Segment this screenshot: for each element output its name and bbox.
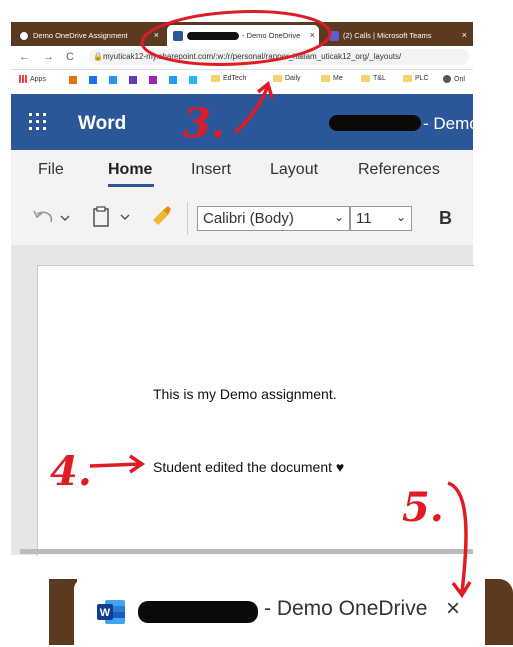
schoology-icon bbox=[19, 30, 29, 41]
tab-layout[interactable]: Layout bbox=[270, 161, 318, 179]
close-icon[interactable]: × bbox=[462, 30, 467, 40]
teams-icon bbox=[329, 30, 339, 41]
folder-icon bbox=[211, 75, 220, 82]
download-icon[interactable] bbox=[89, 76, 97, 84]
address-bar-row: ← → C 🔒 myuticak12-my.sharepoint.com/:w:… bbox=[11, 46, 473, 70]
format-painter-icon[interactable] bbox=[149, 204, 173, 228]
doc-line-2: Student edited the document ♥ bbox=[153, 459, 345, 475]
tab-title: - Demo OneDrive bbox=[264, 597, 428, 620]
zoomed-browser-tab[interactable]: W - Demo OneDrive × bbox=[74, 579, 485, 645]
tab-title: - Demo OneDrive bbox=[242, 31, 301, 40]
url-text: myuticak12-my.sharepoint.com/:w:/r/perso… bbox=[103, 52, 402, 61]
bookmark-tl[interactable]: T&L bbox=[361, 75, 386, 82]
chevron-down-icon: ⌄ bbox=[333, 210, 344, 224]
tab-home[interactable]: Home bbox=[108, 161, 152, 179]
app-launcher-icon[interactable] bbox=[29, 113, 47, 131]
office-icon[interactable] bbox=[69, 76, 77, 84]
ribbon-tabs: File Home Insert Layout References bbox=[11, 150, 473, 192]
bookmark-plc[interactable]: PLC bbox=[403, 75, 429, 82]
folder-icon bbox=[361, 75, 370, 82]
redacted-name bbox=[329, 115, 421, 131]
wifi-icon[interactable] bbox=[109, 76, 117, 84]
u-icon[interactable] bbox=[129, 76, 137, 84]
tab-file[interactable]: File bbox=[38, 161, 64, 179]
lock-icon: 🔒 bbox=[93, 52, 103, 61]
forward-icon[interactable]: → bbox=[43, 51, 54, 63]
app-name[interactable]: Word bbox=[78, 113, 126, 135]
svg-text:W: W bbox=[100, 607, 111, 619]
divider bbox=[187, 202, 188, 235]
apps-grid-icon bbox=[19, 75, 27, 83]
tab-strip-edge bbox=[485, 579, 513, 645]
browser-tab-demo-assignment[interactable]: Demo OneDrive Assignment × bbox=[13, 25, 163, 46]
font-size-select[interactable]: 11 ⌄ bbox=[350, 206, 412, 231]
twitter-icon[interactable] bbox=[169, 76, 177, 84]
browser-tab-strip: Demo OneDrive Assignment × - Demo OneDri… bbox=[11, 22, 473, 46]
url-input[interactable]: 🔒 myuticak12-my.sharepoint.com/:w:/r/per… bbox=[89, 49, 469, 65]
word-icon bbox=[173, 30, 183, 41]
bookmark-daily[interactable]: Daily bbox=[273, 75, 301, 82]
word-header: Word - Demo bbox=[11, 94, 479, 150]
bookmarks-bar: Apps EdTech Daily Me T&L PLC Onl bbox=[11, 70, 473, 90]
reload-icon[interactable]: C bbox=[66, 51, 74, 63]
chevron-down-icon: ⌄ bbox=[395, 210, 406, 224]
cloud-icon[interactable] bbox=[189, 76, 197, 84]
doc-line-1: This is my Demo assignment. bbox=[153, 386, 337, 402]
annotation-step-5: 5. bbox=[402, 484, 444, 531]
bookmark-edtech[interactable]: EdTech bbox=[211, 75, 246, 82]
folder-icon bbox=[273, 75, 282, 82]
horizontal-scrollbar[interactable] bbox=[20, 549, 473, 554]
close-icon[interactable]: × bbox=[310, 30, 315, 40]
word-icon: W bbox=[97, 600, 125, 624]
browser-tab-teams[interactable]: (2) Calls | Microsoft Teams × bbox=[323, 25, 471, 46]
tab-strip-edge bbox=[49, 579, 77, 645]
paste-icon[interactable] bbox=[91, 205, 135, 229]
tab-references[interactable]: References bbox=[358, 161, 440, 179]
annotation-step-3: 3. bbox=[183, 100, 225, 147]
close-icon[interactable]: × bbox=[446, 595, 460, 623]
bookmark-me[interactable]: Me bbox=[321, 75, 343, 82]
document-title[interactable]: - Demo bbox=[423, 114, 479, 134]
close-icon[interactable]: × bbox=[154, 30, 159, 40]
redacted-name bbox=[138, 601, 258, 623]
folder-icon bbox=[403, 75, 412, 82]
ribbon-toolbar: Calibri (Body) ⌄ 11 ⌄ B bbox=[11, 192, 473, 245]
bold-button[interactable]: B bbox=[439, 208, 452, 229]
font-name-select[interactable]: Calibri (Body) ⌄ bbox=[197, 206, 350, 231]
browser-tab-onedrive[interactable]: - Demo OneDrive × bbox=[167, 25, 319, 46]
tab-insert[interactable]: Insert bbox=[191, 161, 231, 179]
tab-title: Demo OneDrive Assignment bbox=[33, 31, 128, 40]
folder-icon bbox=[321, 75, 330, 82]
tab-title: (2) Calls | Microsoft Teams bbox=[343, 31, 432, 40]
active-tab-underline bbox=[108, 184, 154, 187]
annotation-step-4: 4. bbox=[50, 448, 92, 495]
undo-icon[interactable] bbox=[31, 208, 71, 228]
bookmark-onl[interactable]: Onl bbox=[443, 75, 465, 83]
p-icon[interactable] bbox=[149, 76, 157, 84]
globe-icon bbox=[443, 75, 451, 83]
redacted-name bbox=[187, 31, 239, 40]
bookmark-apps[interactable]: Apps bbox=[19, 75, 46, 83]
back-icon[interactable]: ← bbox=[19, 51, 30, 63]
